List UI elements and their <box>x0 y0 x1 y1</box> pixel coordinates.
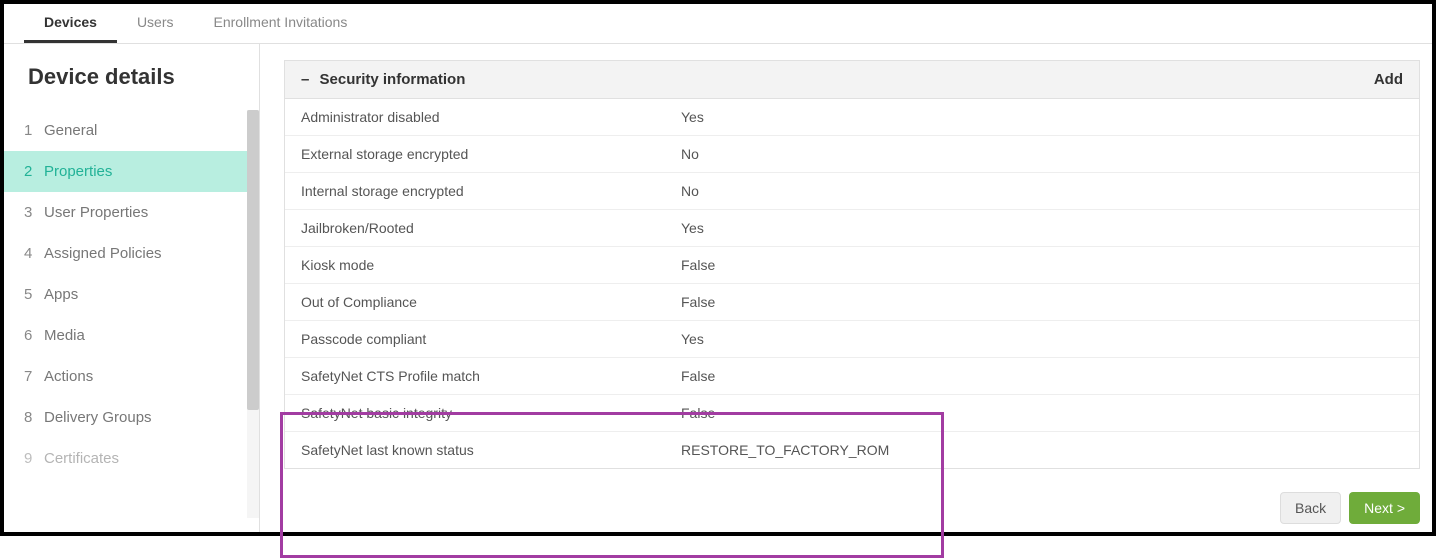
sidebar: Device details 1 General 2 Properties 3 … <box>4 44 260 532</box>
row-value: False <box>681 294 1403 310</box>
row-value: False <box>681 368 1403 384</box>
row-label: SafetyNet CTS Profile match <box>301 368 681 384</box>
row-label: Out of Compliance <box>301 294 681 310</box>
row-label: Administrator disabled <box>301 109 681 125</box>
row-label: SafetyNet last known status <box>301 442 681 458</box>
row-value: Yes <box>681 331 1403 347</box>
add-button[interactable]: Add <box>1374 71 1403 88</box>
sidebar-item-label: Delivery Groups <box>44 409 152 426</box>
sidebar-item-label: Properties <box>44 163 112 180</box>
back-button[interactable]: Back <box>1280 492 1341 524</box>
tab-enrollment-invitations[interactable]: Enrollment Invitations <box>194 4 368 43</box>
table-row: Passcode compliant Yes <box>285 320 1419 357</box>
tab-devices[interactable]: Devices <box>24 4 117 43</box>
sidebar-item-assigned-policies[interactable]: 4 Assigned Policies <box>4 233 259 274</box>
table-row: Administrator disabled Yes <box>285 99 1419 135</box>
sidebar-item-label: Actions <box>44 368 93 385</box>
sidebar-item-number: 8 <box>24 409 44 426</box>
security-info-table: Administrator disabled Yes External stor… <box>284 99 1420 469</box>
page-title: Device details <box>4 64 259 110</box>
sidebar-item-number: 6 <box>24 327 44 344</box>
main-panel: – Security information Add Administrator… <box>260 44 1432 532</box>
table-row: Jailbroken/Rooted Yes <box>285 209 1419 246</box>
row-label: Jailbroken/Rooted <box>301 220 681 236</box>
sidebar-item-number: 3 <box>24 204 44 221</box>
sidebar-item-number: 9 <box>24 450 44 467</box>
section-header: – Security information Add <box>284 60 1420 99</box>
row-label: External storage encrypted <box>301 146 681 162</box>
row-value: RESTORE_TO_FACTORY_ROM <box>681 442 1403 458</box>
sidebar-item-media[interactable]: 6 Media <box>4 315 259 356</box>
sidebar-item-properties[interactable]: 2 Properties <box>4 151 259 192</box>
sidebar-item-label: Certificates <box>44 450 119 467</box>
sidebar-scrollbar[interactable] <box>247 110 259 518</box>
row-label: SafetyNet basic integrity <box>301 405 681 421</box>
sidebar-scrollbar-thumb[interactable] <box>247 110 259 410</box>
sidebar-item-label: General <box>44 122 97 139</box>
sidebar-item-general[interactable]: 1 General <box>4 110 259 151</box>
row-value: False <box>681 257 1403 273</box>
sidebar-item-label: Assigned Policies <box>44 245 162 262</box>
row-value: No <box>681 183 1403 199</box>
table-row: Kiosk mode False <box>285 246 1419 283</box>
sidebar-item-number: 2 <box>24 163 44 180</box>
sidebar-item-actions[interactable]: 7 Actions <box>4 356 259 397</box>
table-row: SafetyNet basic integrity False <box>285 394 1419 431</box>
row-value: Yes <box>681 220 1403 236</box>
table-row: SafetyNet last known status RESTORE_TO_F… <box>285 431 1419 468</box>
table-row: Out of Compliance False <box>285 283 1419 320</box>
sidebar-item-label: User Properties <box>44 204 148 221</box>
section-title: Security information <box>320 71 466 88</box>
next-button[interactable]: Next > <box>1349 492 1420 524</box>
sidebar-item-number: 5 <box>24 286 44 303</box>
row-value: No <box>681 146 1403 162</box>
sidebar-item-user-properties[interactable]: 3 User Properties <box>4 192 259 233</box>
table-row: External storage encrypted No <box>285 135 1419 172</box>
table-row: SafetyNet CTS Profile match False <box>285 357 1419 394</box>
sidebar-item-number: 4 <box>24 245 44 262</box>
footer-buttons: Back Next > <box>1280 492 1420 524</box>
sidebar-item-label: Media <box>44 327 85 344</box>
sidebar-item-number: 7 <box>24 368 44 385</box>
row-value: False <box>681 405 1403 421</box>
row-label: Passcode compliant <box>301 331 681 347</box>
sidebar-item-delivery-groups[interactable]: 8 Delivery Groups <box>4 397 259 438</box>
sidebar-item-certificates[interactable]: 9 Certificates <box>4 438 259 479</box>
sidebar-item-apps[interactable]: 5 Apps <box>4 274 259 315</box>
table-row: Internal storage encrypted No <box>285 172 1419 209</box>
collapse-toggle-icon[interactable]: – <box>301 71 309 88</box>
row-value: Yes <box>681 109 1403 125</box>
top-tabs: Devices Users Enrollment Invitations <box>4 4 1432 44</box>
row-label: Internal storage encrypted <box>301 183 681 199</box>
sidebar-item-number: 1 <box>24 122 44 139</box>
sidebar-item-label: Apps <box>44 286 78 303</box>
row-label: Kiosk mode <box>301 257 681 273</box>
tab-users[interactable]: Users <box>117 4 194 43</box>
